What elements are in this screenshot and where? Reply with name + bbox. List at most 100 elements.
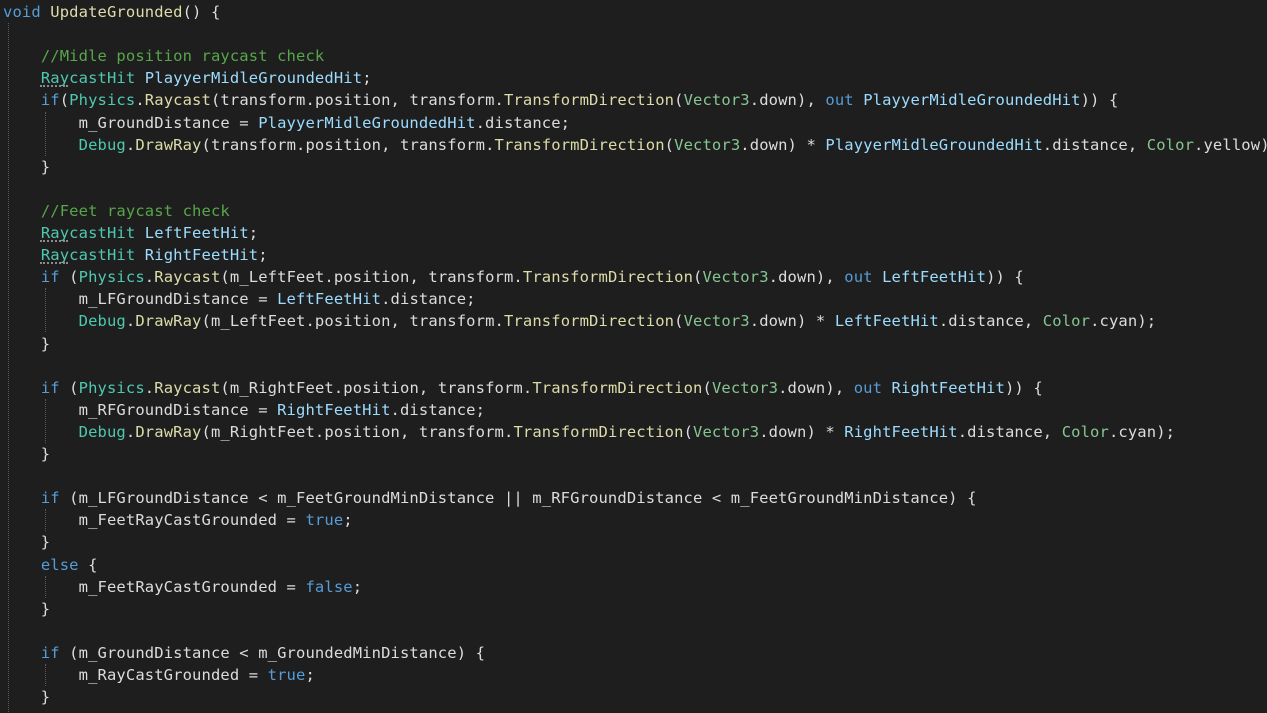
code-token: (m_LeftFeet.position, transform. [201, 312, 504, 331]
code-line[interactable] [3, 23, 12, 45]
code-line[interactable] [3, 355, 12, 377]
code-line[interactable]: } [3, 333, 50, 355]
code-token: Debug [78, 135, 126, 154]
code-token: . [135, 91, 145, 110]
code-token: TransformDirection [494, 135, 665, 154]
code-line[interactable]: if(Physics.Raycast(transform.position, t… [3, 89, 1118, 111]
code-token: ( [674, 312, 684, 331]
code-token: Vector3 [683, 312, 750, 331]
code-token: . [125, 312, 136, 331]
code-token: . [125, 422, 136, 441]
code-line[interactable]: if (m_LFGroundDistance < m_FeetGroundMin… [3, 487, 977, 509]
code-line[interactable]: m_FeetRayCastGrounded = false; [3, 576, 362, 598]
code-line[interactable]: } [3, 443, 50, 465]
code-line[interactable]: //Feet raycast check [3, 200, 230, 222]
code-line[interactable]: m_FeetRayCastGrounded = true; [3, 509, 353, 531]
code-token: Color [1061, 422, 1109, 441]
code-line[interactable]: } [3, 686, 50, 708]
code-token: Debug [78, 422, 126, 441]
code-token: RightFeetHit [277, 400, 391, 419]
code-token: Vector3 [683, 91, 750, 110]
code-line[interactable]: Debug.DrawRay(m_LeftFeet.position, trans… [3, 310, 1156, 332]
code-line[interactable]: if (Physics.Raycast(m_RightFeet.position… [3, 377, 1043, 399]
code-token: { [78, 555, 98, 574]
code-token: (m_LeftFeet.position, transform. [220, 268, 523, 287]
code-token: Raycast [154, 378, 221, 397]
code-token: )) { [1004, 378, 1043, 397]
code-token: .distance, [938, 312, 1043, 331]
code-token: if [40, 643, 60, 662]
code-token: TransformDirection [522, 268, 694, 287]
code-line[interactable]: Debug.DrawRay(transform.position, transf… [3, 134, 1267, 156]
code-token: TransformDirection [513, 422, 684, 441]
code-token: //Midle position raycast check [40, 47, 325, 66]
code-token: .distance; [381, 290, 476, 309]
code-token: Vector3 [702, 268, 769, 287]
code-token: TransformDirection [503, 312, 675, 331]
code-token: Raycast [154, 268, 221, 287]
code-line[interactable]: if (Physics.Raycast(m_LeftFeet.position,… [3, 266, 1024, 288]
code-line[interactable] [3, 178, 12, 200]
code-token: out [825, 91, 854, 110]
code-line[interactable]: m_LFGroundDistance = LeftFeetHit.distanc… [3, 288, 476, 310]
code-token: (transform.position, transform. [210, 91, 504, 110]
code-line[interactable]: m_GroundDistance = PlayyerMidleGroundedH… [3, 112, 570, 134]
code-line[interactable]: //Midle position raycast check [3, 45, 324, 67]
code-token: out [853, 378, 883, 397]
code-token: m_LFGroundDistance = [3, 290, 278, 309]
code-token: RightFeetHit [844, 422, 958, 441]
code-token: m_FeetRayCastGrounded = [3, 511, 306, 530]
code-token: true [267, 666, 306, 684]
code-token: PlayyerMidleGroundedHit [144, 69, 363, 88]
code-editor[interactable]: void UpdateGrounded() { //Midle position… [0, 0, 1267, 713]
code-token: void [3, 3, 41, 21]
code-line[interactable]: } [3, 598, 50, 620]
code-token: ( [59, 91, 70, 110]
code-token: UpdateGrounded [50, 3, 183, 21]
code-token: (m_GroundDistance < m_GroundedMinDistanc… [59, 643, 486, 662]
code-line[interactable]: else { [3, 554, 98, 576]
code-line[interactable]: } [3, 156, 50, 178]
code-line[interactable]: m_RayCastGrounded = true; [3, 664, 315, 686]
code-token: ( [683, 422, 694, 441]
code-token: ; [343, 511, 353, 530]
code-token: .cyan); [1108, 422, 1176, 441]
code-line[interactable]: void UpdateGrounded() { [3, 1, 220, 23]
code-token: if [40, 91, 60, 110]
code-token: .down) * [749, 312, 835, 331]
code-line[interactable]: } [3, 531, 50, 553]
code-token: . [125, 135, 136, 154]
code-line[interactable] [3, 620, 12, 642]
code-token: . [144, 378, 155, 397]
code-token: LeftFeetHit [144, 224, 249, 242]
code-token: ( [59, 268, 79, 287]
code-token: m_RayCastGrounded = [3, 666, 268, 684]
code-token: )) { [1080, 91, 1119, 110]
code-token: RightFeetHit [891, 378, 1005, 397]
code-line[interactable] [3, 465, 12, 487]
code-token: TransformDirection [532, 378, 703, 397]
code-token: ( [702, 378, 712, 397]
code-token: (m_LFGroundDistance < m_FeetGroundMinDis… [59, 489, 977, 508]
code-token: DrawRay [135, 135, 202, 154]
code-token: PlayyerMidleGroundedHit [825, 135, 1043, 154]
code-line[interactable]: m_RFGroundDistance = RightFeetHit.distan… [3, 399, 485, 421]
code-line[interactable]: if (m_GroundDistance < m_GroundedMinDist… [3, 642, 485, 664]
code-token: if [40, 268, 60, 287]
code-line[interactable]: Debug.DrawRay(m_RightFeet.position, tran… [3, 421, 1175, 443]
code-token: ( [674, 91, 684, 110]
code-token: .distance; [475, 113, 571, 132]
code-token: .down), [768, 268, 845, 287]
code-token: (m_RightFeet.position, transform. [201, 422, 514, 441]
code-token: Color [1146, 135, 1195, 154]
